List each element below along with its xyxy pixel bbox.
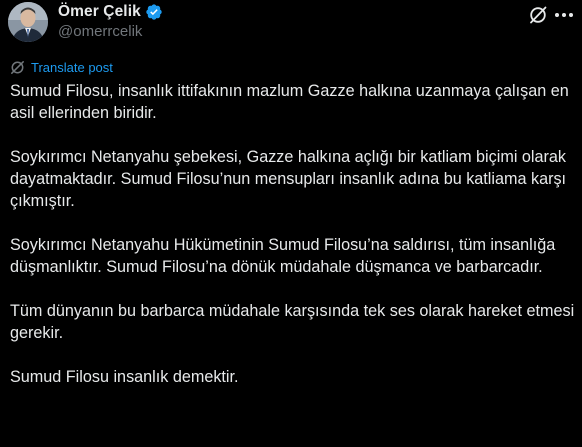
author-display-name[interactable]: Ömer Çelik [58, 3, 141, 21]
avatar-image [8, 2, 48, 42]
verified-badge-icon[interactable] [145, 3, 163, 21]
translate-icon [10, 60, 25, 75]
post-paragraph: Sumud Filosu insanlık demektir. [10, 368, 239, 386]
post-paragraph: Sumud Filosu, insanlık ittifakının mazlu… [10, 82, 569, 122]
grok-icon[interactable] [528, 5, 548, 25]
avatar[interactable] [8, 2, 48, 42]
post-paragraph: Tüm dünyanın bu barbarca müdahale karşıs… [10, 302, 575, 342]
author-handle[interactable]: @omerrcelik [58, 23, 142, 40]
post-paragraph: Soykırımcı Netanyahu şebekesi, Gazze hal… [10, 148, 567, 210]
post-paragraph: Soykırımcı Netanyahu Hükümetinin Sumud F… [10, 236, 556, 276]
translate-post-link[interactable]: Translate post [10, 60, 113, 75]
more-options-icon[interactable] [553, 5, 575, 25]
post-text: Sumud Filosu, insanlık ittifakının mazlu… [10, 80, 575, 388]
author-name-row: Ömer Çelik [58, 2, 163, 22]
post-card: Ömer Çelik @omerrcelik Translate post Su… [0, 0, 582, 447]
translate-post-label[interactable]: Translate post [31, 60, 113, 75]
